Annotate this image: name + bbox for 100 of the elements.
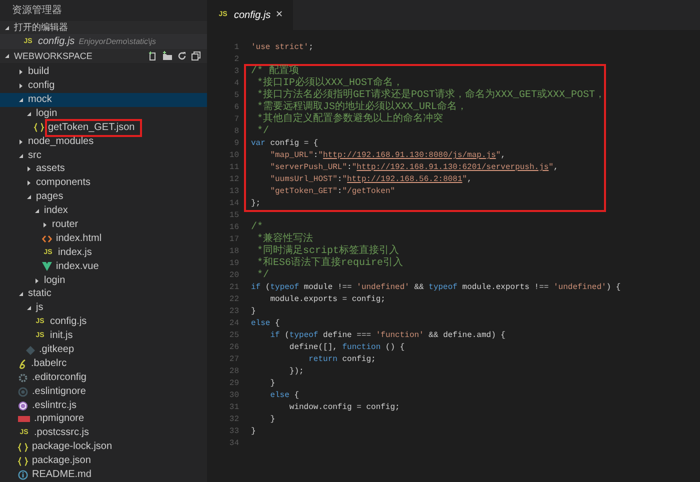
line-number: 25 [229, 330, 239, 342]
tree-row[interactable]: node_modules [0, 134, 207, 149]
refresh-icon[interactable] [177, 51, 187, 62]
line-number: 11 [229, 162, 239, 174]
line-number: 26 [229, 342, 239, 354]
collapse-all-icon[interactable] [191, 51, 201, 62]
code-line: "uumsUrl_HOST":"http://192.168.56.2:8081", [269, 174, 472, 186]
tree-item-label: components [36, 177, 90, 190]
tree-row[interactable]: .npmignore [0, 412, 207, 426]
info-icon [18, 470, 28, 480]
line-number: 19 [229, 258, 239, 270]
code-line: if (typeof define === 'function' && define.amd) { [269, 330, 506, 342]
tree-item-label: README.md [32, 469, 92, 482]
line-number: 5 [234, 90, 239, 102]
babel-icon [18, 358, 27, 369]
tree-row[interactable]: src [0, 148, 207, 163]
tree-row[interactable]: package-lock.json [0, 440, 207, 454]
tree-item-label: login [36, 108, 58, 120]
line-number: 34 [229, 438, 239, 450]
tree-row[interactable]: index.html [0, 232, 207, 246]
collapsed-caret-icon[interactable] [18, 69, 24, 76]
line-number: 20 [229, 270, 239, 282]
line-number: 7 [234, 114, 239, 126]
tree-item-label: node_modules [28, 136, 94, 148]
npm-icon [18, 416, 30, 422]
code-line: define([], function () { [288, 342, 405, 354]
code-line: *接口方法名必须指明GET请求还是POST请求，命名为XXX_GET或XXX_POST， [256, 90, 606, 101]
tree-item-label: .babelrc [31, 358, 67, 370]
tree-row[interactable]: router [0, 218, 207, 232]
code-line: /* [251, 222, 264, 233]
expanded-caret-icon[interactable] [18, 291, 24, 298]
expanded-caret-icon[interactable] [4, 24, 10, 31]
code-line: else { [269, 390, 300, 402]
new-folder-icon[interactable] [162, 51, 173, 62]
tree-item-label: js [36, 302, 44, 314]
code-line: "map_URL":"http://192.168.91.130:8080/js/map.js", [269, 150, 506, 162]
tree-row[interactable]: index [0, 204, 207, 218]
tree-row[interactable]: .babelrc [0, 356, 207, 371]
line-number: 14 [229, 198, 239, 210]
tree-item-label: src [28, 150, 42, 162]
expanded-caret-icon[interactable] [26, 194, 32, 200]
expanded-caret-icon[interactable] [4, 53, 10, 60]
code-line: window.config = config; [288, 402, 400, 414]
line-number: 18 [229, 246, 239, 258]
tree-item-label: getToken_GET.json [48, 122, 139, 134]
line-number: 32 [229, 414, 239, 426]
collapsed-caret-icon[interactable] [18, 83, 24, 90]
line-number: 9 [234, 138, 239, 150]
tree-row[interactable]: getToken_GET.json [0, 120, 207, 135]
tree-row[interactable]: login [0, 274, 207, 288]
braces-icon [34, 123, 44, 132]
expanded-caret-icon[interactable] [18, 152, 24, 159]
code-line: *和ES6语法下直接require引入 [256, 258, 404, 270]
tree-row[interactable]: .eslintrc.js [0, 398, 207, 413]
code-line: "getToken_GET":"/getToken" [269, 186, 396, 198]
tree-row[interactable]: mock [0, 93, 207, 107]
hexagon-icon [18, 400, 28, 411]
tree-row[interactable]: static [0, 288, 207, 302]
collapsed-caret-icon[interactable] [26, 166, 32, 172]
tree-item-label: config [28, 80, 55, 92]
gear-icon [18, 372, 28, 383]
tree-row[interactable]: js [0, 301, 207, 316]
code-line: }; [251, 198, 261, 210]
tree-row[interactable]: config [0, 79, 207, 94]
collapsed-caret-icon[interactable] [26, 180, 32, 186]
line-number: 13 [229, 186, 239, 198]
line-number: 29 [229, 378, 239, 390]
collapsed-caret-icon[interactable] [18, 138, 24, 145]
collapsed-caret-icon[interactable] [34, 278, 40, 284]
expanded-caret-icon[interactable] [26, 305, 32, 312]
tree-row[interactable]: build [0, 65, 207, 80]
code-line: *其他自定义配置参数避免以上的命名冲突 [256, 114, 444, 126]
line-number: 10 [229, 150, 239, 162]
tree-row[interactable]: components [0, 176, 207, 190]
tree-row[interactable]: .editorconfig [0, 370, 207, 385]
code-line: *接口IP必须以XXX_HOST命名， [256, 78, 404, 89]
tree-row[interactable]: login [0, 106, 207, 121]
expanded-caret-icon[interactable] [26, 110, 32, 117]
tree-row[interactable]: package.json [0, 454, 207, 468]
code-line: module.exports = config; [269, 294, 386, 306]
new-file-icon[interactable] [148, 51, 158, 62]
tree-row[interactable]: pages [0, 190, 207, 204]
line-number: 2 [234, 54, 239, 66]
collapsed-caret-icon[interactable] [42, 222, 48, 228]
line-number: 24 [229, 318, 239, 330]
tree-row[interactable]: .eslintignore [0, 384, 207, 399]
expanded-caret-icon[interactable] [18, 97, 24, 103]
tree-row[interactable]: .gitkeep [0, 343, 207, 357]
code-line: else { [251, 318, 280, 330]
code-brackets-icon [42, 234, 52, 243]
close-icon[interactable]: ✕ [276, 8, 284, 22]
diamond-icon [26, 346, 35, 355]
tree-row[interactable]: index.vue [0, 260, 207, 274]
tree-row[interactable]: README.md [0, 468, 207, 482]
line-number: 4 [234, 78, 239, 90]
tree-item-label: init.js [50, 330, 73, 342]
sidebar-title: 资源管理器 [12, 4, 62, 18]
expanded-caret-icon[interactable] [34, 208, 40, 214]
line-number: 33 [229, 426, 239, 438]
tree-row[interactable]: assets [0, 162, 207, 176]
